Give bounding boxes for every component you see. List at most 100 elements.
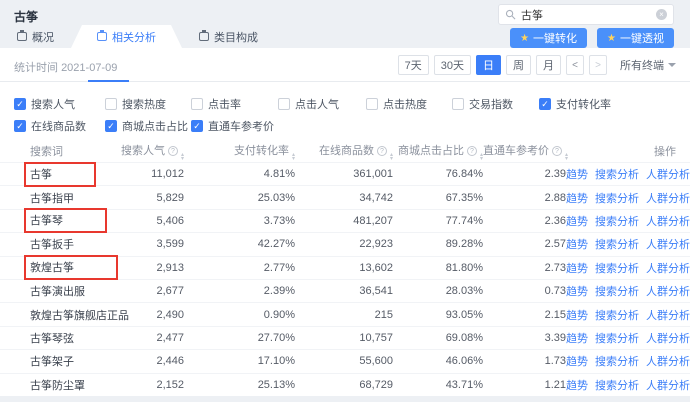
keyword-text[interactable]: 古筝架子 <box>30 356 74 368</box>
prev-page-button[interactable]: < <box>566 55 584 75</box>
search-analysis-link[interactable]: 搜索分析 <box>595 330 639 346</box>
trend-link[interactable]: 趋势 <box>566 190 588 206</box>
checkbox-checked-icon[interactable]: ✓ <box>14 120 26 132</box>
tab-category-composition[interactable]: 类目构成 <box>182 25 275 48</box>
range-button-日[interactable]: 日 <box>476 55 501 75</box>
range-button-30天[interactable]: 30天 <box>433 55 471 75</box>
tab-related-analysis[interactable]: 相关分析 <box>71 25 182 48</box>
trend-link[interactable]: 趋势 <box>566 236 588 252</box>
trend-link[interactable]: 趋势 <box>566 353 588 369</box>
terminal-dropdown[interactable]: 所有终端 <box>620 57 676 73</box>
checkbox-icon[interactable]: ✓ <box>105 98 117 110</box>
trend-link[interactable]: 趋势 <box>566 307 588 323</box>
keyword-text[interactable]: 古筝演出服 <box>30 286 85 298</box>
info-icon[interactable]: ? <box>376 145 387 156</box>
search-input[interactable] <box>521 8 651 21</box>
trend-link[interactable]: 趋势 <box>566 377 588 393</box>
info-icon[interactable]: ? <box>466 145 477 156</box>
keyword-highlight-box[interactable]: 敦煌古筝 <box>24 255 118 281</box>
crowd-analysis-link[interactable]: 人群分析 <box>646 283 690 299</box>
one-click-perspective-button[interactable]: ★ 一键透视 <box>597 28 674 48</box>
search-analysis-link[interactable]: 搜索分析 <box>595 260 639 276</box>
trend-link[interactable]: 趋势 <box>566 166 588 182</box>
crowd-analysis-link[interactable]: 人群分析 <box>646 190 690 206</box>
metric-filter-row-1: ✓ 搜索人气 ✓ 搜索热度 ✓ 点击率 ✓ 点击人气 ✓ 点击热度 ✓ 交易指数 ✓ 支付转化率 <box>0 93 690 115</box>
checkbox-checked-icon[interactable]: ✓ <box>14 98 26 110</box>
keyword-text[interactable]: 古筝扳手 <box>30 239 74 251</box>
search-analysis-link[interactable]: 搜索分析 <box>595 166 639 182</box>
trend-link[interactable]: 趋势 <box>566 260 588 276</box>
checkbox-icon[interactable]: ✓ <box>278 98 290 110</box>
keyword-text[interactable]: 古筝琴弦 <box>30 333 74 345</box>
ppc-reference-price-cell: 2.36 <box>544 214 566 227</box>
one-click-convert-button[interactable]: ★ 一键转化 <box>510 28 588 48</box>
checkbox-icon[interactable]: ✓ <box>366 98 378 110</box>
column-header-label[interactable]: 商城点击占比 <box>398 145 464 157</box>
checkbox-icon[interactable]: ✓ <box>191 98 203 110</box>
keyword-cell: 古筝扳手 <box>14 236 114 252</box>
table-body: 古筝 11,012 4.81% 361,001 76.84% 2.39 趋势 搜索分析 人群分析… <box>0 161 690 396</box>
mall-click-ratio-cell: 76.84% <box>445 168 483 181</box>
metric-label: 搜索人气 <box>31 99 75 111</box>
search-analysis-link[interactable]: 搜索分析 <box>595 213 639 229</box>
search-popularity-cell: 2,913 <box>156 261 184 274</box>
checkbox-icon[interactable]: ✓ <box>452 98 464 110</box>
crowd-analysis-link[interactable]: 人群分析 <box>646 307 690 323</box>
keyword-text[interactable]: 古筝指甲 <box>30 193 74 205</box>
search-popularity-cell: 5,829 <box>156 191 184 204</box>
crowd-analysis-link[interactable]: 人群分析 <box>646 213 690 229</box>
search-analysis-link[interactable]: 搜索分析 <box>595 236 639 252</box>
trend-link[interactable]: 趋势 <box>566 330 588 346</box>
search-analysis-link[interactable]: 搜索分析 <box>595 353 639 369</box>
metric-filter-item[interactable]: ✓ 搜索人气 <box>14 96 105 112</box>
date-controls: 7天 30天日周月 < > 所有终端 <box>397 55 676 75</box>
checkbox-checked-icon[interactable]: ✓ <box>105 120 117 132</box>
info-icon[interactable]: ? <box>167 145 178 156</box>
row-actions: 趋势 搜索分析 人群分析 <box>566 283 690 299</box>
metric-filter-item[interactable]: ✓ 搜索热度 <box>105 96 191 112</box>
column-header-3: 支付转化率 ▴ ▾ <box>184 142 295 162</box>
column-header-label[interactable]: 支付转化率 <box>234 145 289 157</box>
metric-filters: ✓ 搜索人气 ✓ 搜索热度 ✓ 点击率 ✓ 点击人气 ✓ 点击热度 ✓ 交易指数 ✓ 支付转化率 ✓ 在线商… <box>0 93 690 137</box>
next-page-button[interactable]: > <box>589 55 607 75</box>
checkbox-checked-icon[interactable]: ✓ <box>539 98 551 110</box>
keyword-text[interactable]: 古筝防尘罩 <box>30 380 85 392</box>
crowd-analysis-link[interactable]: 人群分析 <box>646 166 690 182</box>
info-icon[interactable]: ? <box>552 145 562 156</box>
range-button-周[interactable]: 周 <box>506 55 531 75</box>
crowd-analysis-link[interactable]: 人群分析 <box>646 377 690 393</box>
clear-search-icon[interactable]: × <box>656 9 667 20</box>
crowd-analysis-link[interactable]: 人群分析 <box>646 353 690 369</box>
metric-filter-item[interactable]: ✓ 在线商品数 <box>14 118 105 134</box>
keyword-highlight-box[interactable]: 古筝 <box>24 161 96 187</box>
crowd-analysis-link[interactable]: 人群分析 <box>646 330 690 346</box>
column-header-label[interactable]: 直通车参考价 <box>483 145 549 157</box>
trend-link[interactable]: 趋势 <box>566 213 588 229</box>
metric-filter-item[interactable]: ✓ 点击率 <box>191 96 278 112</box>
range-button-月[interactable]: 月 <box>536 55 561 75</box>
search-analysis-link[interactable]: 搜索分析 <box>595 283 639 299</box>
range-button-7天[interactable]: 7天 <box>397 55 429 75</box>
keyword-search-box[interactable]: × <box>498 4 674 25</box>
trend-link[interactable]: 趋势 <box>566 283 588 299</box>
metric-filter-item[interactable]: ✓ 商城点击占比 <box>105 118 191 134</box>
keyword-highlight-box[interactable]: 古筝琴 <box>24 208 107 234</box>
metric-filter-item[interactable]: ✓ 交易指数 <box>452 96 539 112</box>
search-analysis-link[interactable]: 搜索分析 <box>595 190 639 206</box>
metric-filter-item[interactable]: ✓ 点击热度 <box>366 96 452 112</box>
crowd-analysis-link[interactable]: 人群分析 <box>646 260 690 276</box>
search-analysis-link[interactable]: 搜索分析 <box>595 377 639 393</box>
metric-filter-item[interactable]: ✓ 点击人气 <box>278 96 366 112</box>
column-header-label[interactable]: 搜索人气 <box>121 145 165 157</box>
statistics-time-value: 2021-07-09 <box>61 62 118 74</box>
metric-filter-item[interactable]: ✓ 支付转化率 <box>539 96 690 112</box>
star-icon: ★ <box>520 32 530 44</box>
column-header-label[interactable]: 在线商品数 <box>319 145 374 157</box>
search-popularity-cell: 2,446 <box>156 355 184 368</box>
tab-overview[interactable]: 概况 <box>0 25 71 48</box>
crowd-analysis-link[interactable]: 人群分析 <box>646 236 690 252</box>
pay-conversion-cell: 42.27% <box>257 238 295 251</box>
search-analysis-link[interactable]: 搜索分析 <box>595 307 639 323</box>
metric-filter-item[interactable]: ✓ 直通车参考价 <box>191 118 278 134</box>
checkbox-checked-icon[interactable]: ✓ <box>191 120 203 132</box>
